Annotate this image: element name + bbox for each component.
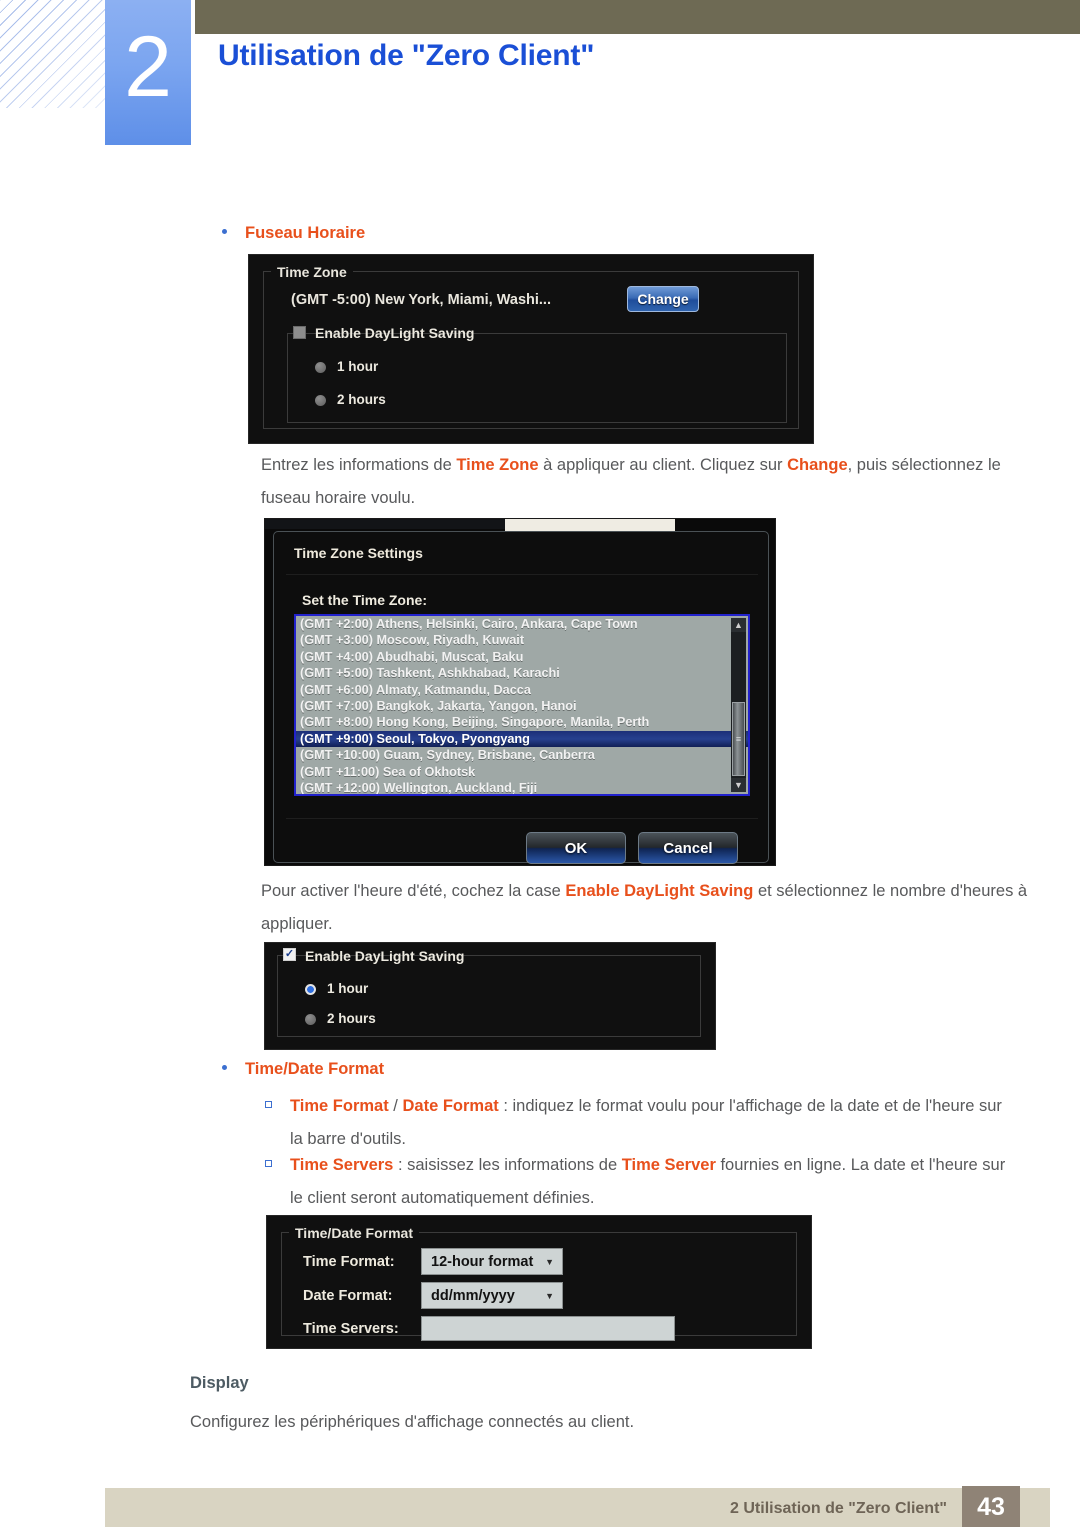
chevron-down-icon: ▼ [545,1256,554,1267]
time-zone-list-item[interactable]: (GMT +8:00) Hong Kong, Beijing, Singapor… [296,714,748,730]
time-servers-label: Time Servers: [303,1321,399,1337]
section-label-fuseau-horaire: Fuseau Horaire [245,224,366,242]
term-time-server: Time Server [621,1156,716,1174]
radio-2-hours[interactable] [315,395,326,406]
footer-page-number: 43 [962,1486,1020,1527]
subbullet2-part1: : saisissez les informations de [393,1156,622,1174]
radio-2-hours-label-2: 2 hours [327,1011,376,1026]
page-root: 2 Utilisation de "Zero Client" Fuseau Ho… [0,0,1080,1527]
section-label-time-date-format: Time/Date Format [245,1060,385,1078]
footer-chapter-text: 2 Utilisation de "Zero Client" [730,1500,947,1517]
scrollbar-thumb[interactable]: ≡ [732,702,745,776]
header-olive-bar [195,0,1080,34]
para2-part1: Pour activer l'heure d'été, cochez la ca… [261,882,566,900]
listbox-scrollbar[interactable]: ▲ ≡ ▼ [731,618,746,792]
dialog-separator-top [286,574,758,575]
enable-daylight-saving-checkbox[interactable] [293,326,306,339]
chevron-down-icon-2: ▼ [545,1290,554,1301]
ok-button[interactable]: OK [526,832,626,864]
time-zone-listbox[interactable]: (GMT +2:00) Athens, Helsinki, Cairo, Ank… [294,614,750,796]
time-zone-list-item[interactable]: (GMT +3:00) Moscow, Riyadh, Kuwait [296,632,748,648]
chapter-number: 2 [124,19,172,115]
time-format-label: Time Format: [303,1254,395,1270]
paragraph-daylight: Pour activer l'heure d'été, cochez la ca… [261,875,1031,941]
chapter-number-tab: 2 [105,0,191,145]
time-zone-list-item[interactable]: (GMT +4:00) Abudhabi, Muscat, Baku [296,649,748,665]
set-time-zone-label: Set the Time Zone: [302,592,427,608]
daylight-saving-groupbox [287,333,787,423]
subbullet-time-servers-text: Time Servers : saisissez les information… [290,1149,1010,1215]
radio-1-hour[interactable] [315,362,326,373]
background-strip-light [505,519,675,531]
screenshot-daylight-saving: ✓ Enable DayLight Saving 1 hour 2 hours [264,942,716,1050]
time-zone-list-item[interactable]: (GMT +11:00) Sea of Okhotsk [296,764,748,780]
display-heading: Display [190,1374,249,1392]
subbullet-time-format: Time Format / Date Format : indiquez le … [265,1090,1010,1156]
bullet-dot-icon [222,229,227,234]
scroll-down-arrow-icon[interactable]: ▼ [731,778,746,792]
time-zone-value: (GMT -5:00) New York, Miami, Washi... [291,292,551,308]
para1-term-change: Change [787,456,848,474]
background-strip-left [265,519,505,529]
bullet-dot-icon-2 [222,1065,227,1070]
date-format-value: dd/mm/yyyy [431,1287,515,1304]
time-zone-list-item[interactable]: (GMT +10:00) Guam, Sydney, Brisbane, Can… [296,747,748,763]
term-date-format: Date Format [402,1097,499,1115]
term-time-format: Time Format [290,1097,389,1115]
display-description: Configurez les périphériques d'affichage… [190,1413,635,1431]
bullet-fuseau-horaire: Fuseau Horaire [222,224,365,243]
enable-daylight-saving-label: Enable DayLight Saving [315,325,475,341]
term-sep-1: / [388,1097,403,1115]
radio-2-hours-2[interactable] [305,1014,316,1025]
term-time-servers: Time Servers [290,1156,394,1174]
enable-daylight-saving-checkbox-checked[interactable]: ✓ [283,948,296,961]
paragraph-timezone: Entrez les informations de Time Zone à a… [261,449,1021,515]
subbullet-time-format-text: Time Format / Date Format : indiquez le … [290,1090,1010,1156]
time-format-select[interactable]: 12-hour format ▼ [421,1248,563,1275]
time-zone-list-item[interactable]: (GMT +9:00) Seoul, Tokyo, Pyongyang [296,730,748,748]
time-format-value: 12-hour format [431,1253,534,1270]
time-zone-settings-dialog: Time Zone Settings Set the Time Zone: (G… [273,531,769,864]
date-format-select[interactable]: dd/mm/yyyy ▼ [421,1282,563,1309]
para1-term-time-zone: Time Zone [456,456,539,474]
radio-1-hour-selected[interactable] [305,984,316,995]
time-zone-list-item[interactable]: (GMT +7:00) Bangkok, Jakarta, Yangon, Ha… [296,698,748,714]
bullet-square-icon [265,1101,272,1108]
bullet-time-date-format: Time/Date Format [222,1060,384,1079]
dialog-separator-bottom [286,818,758,819]
time-servers-input[interactable] [421,1316,675,1341]
date-format-label: Date Format: [303,1288,393,1304]
screenshot-time-zone-panel: Time Zone (GMT -5:00) New York, Miami, W… [248,254,814,444]
para1-part2: à appliquer au client. Cliquez sur [538,456,788,474]
change-button[interactable]: Change [627,286,699,312]
radio-1-hour-label-2: 1 hour [327,981,369,996]
para1-part1: Entrez les informations de [261,456,457,474]
page-title: Utilisation de "Zero Client" [218,39,595,72]
radio-2-hours-label: 2 hours [337,392,386,407]
time-zone-list-item[interactable]: (GMT +12:00) Wellington, Auckland, Fiji [296,780,748,794]
dialog-title: Time Zone Settings [294,545,423,561]
screenshot-time-zone-settings: Time Zone Settings Set the Time Zone: (G… [264,518,776,866]
bullet-square-icon-2 [265,1160,272,1167]
time-date-format-legend: Time/Date Format [289,1225,419,1241]
time-zone-group-legend: Time Zone [271,264,353,280]
time-zone-list-item[interactable]: (GMT +6:00) Almaty, Katmandu, Dacca [296,682,748,698]
time-zone-list-item[interactable]: (GMT +5:00) Tashkent, Ashkhabad, Karachi [296,665,748,681]
scroll-up-arrow-icon[interactable]: ▲ [731,618,746,632]
radio-1-hour-label: 1 hour [337,359,379,374]
screenshot-time-date-format: Time/Date Format Time Format: 12-hour fo… [266,1215,812,1349]
time-zone-list-item[interactable]: (GMT +2:00) Athens, Helsinki, Cairo, Ank… [296,616,748,632]
cancel-button[interactable]: Cancel [638,832,738,864]
time-zone-list[interactable]: (GMT +2:00) Athens, Helsinki, Cairo, Ank… [296,616,748,794]
para2-term-dst: Enable DayLight Saving [565,882,754,900]
enable-daylight-saving-label-2: Enable DayLight Saving [305,948,465,964]
subbullet-time-servers: Time Servers : saisissez les information… [265,1149,1010,1215]
